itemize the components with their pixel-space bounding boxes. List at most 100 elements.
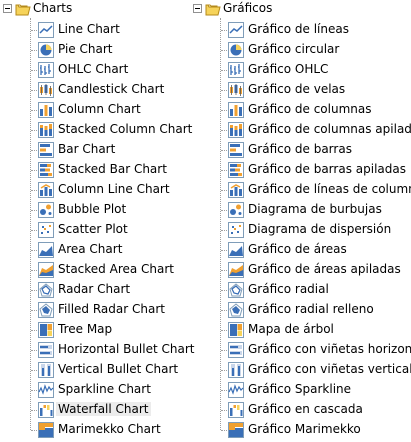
stacked-column-chart-icon [38, 122, 54, 138]
tree-item[interactable]: Gráfico de líneas de columnas [190, 180, 411, 200]
pie-chart-icon [38, 42, 54, 58]
tree-item-label: Gráfico de áreas apiladas [248, 262, 401, 276]
tree-item-label: Tree Map [58, 322, 113, 336]
stacked-area-chart-icon [38, 262, 54, 278]
tree-item-label: Horizontal Bullet Chart [58, 342, 195, 356]
tree-item[interactable]: Scatter Plot [0, 220, 200, 240]
vertical-bullet-chart-icon [228, 362, 244, 378]
tree-item[interactable]: Gráfico OHLC [190, 60, 411, 80]
tree-item-label: Gráfico Marimekko [248, 422, 361, 436]
tree-item-label: Stacked Area Chart [58, 262, 175, 276]
tree-item[interactable]: Bubble Plot [0, 200, 200, 220]
tree-item-label: Gráfico radial [248, 282, 329, 296]
tree-item[interactable]: Gráfico de columnas apiladas [190, 120, 411, 140]
marimekko-chart-icon [228, 422, 244, 438]
bar-chart-icon [228, 142, 244, 158]
tree-item[interactable]: OHLC Chart [0, 60, 200, 80]
tree-item[interactable]: Gráfico con viñetas horizontal [190, 340, 411, 360]
tree-item[interactable]: Filled Radar Chart [0, 300, 200, 320]
vertical-bullet-chart-icon [38, 362, 54, 378]
collapse-toggle-icon[interactable] [193, 4, 202, 13]
tree-item-label: Gráfico OHLC [248, 62, 329, 76]
tree-item-label: Column Chart [58, 102, 141, 116]
tree-item-label: Radar Chart [58, 282, 131, 296]
tree-map-icon [228, 322, 244, 338]
column-line-chart-icon [228, 182, 244, 198]
candlestick-chart-icon [38, 82, 54, 98]
tree-item[interactable]: Gráfico de barras apiladas [190, 160, 411, 180]
tree-item-label: Gráfico Sparkline [248, 382, 352, 396]
tree-item[interactable]: Gráfico de columnas [190, 100, 411, 120]
tree-item-label: Stacked Bar Chart [58, 162, 167, 176]
tree-item-label: Bubble Plot [58, 202, 127, 216]
folder-open-icon [205, 2, 221, 16]
tree-item[interactable]: Gráfico circular [190, 40, 411, 60]
tree-item-label: Gráfico de áreas [248, 242, 347, 256]
tree-item[interactable]: Mapa de árbol [190, 320, 411, 340]
tree-item[interactable]: Line Chart [0, 20, 200, 40]
tree-item[interactable]: Sparkline Chart [0, 380, 200, 400]
tree-item[interactable]: Gráfico de áreas apiladas [190, 260, 411, 280]
tree-item-label: Gráfico de líneas [248, 22, 349, 36]
tree-item[interactable]: Radar Chart [0, 280, 200, 300]
tree-item[interactable]: Stacked Area Chart [0, 260, 200, 280]
tree-view-english[interactable]: Charts Line Chart Pie Chart OHLC Chart Cand… [0, 0, 200, 442]
horizontal-bullet-chart-icon [38, 342, 54, 358]
tree-item[interactable]: Area Chart [0, 240, 200, 260]
tree-item[interactable]: Horizontal Bullet Chart [0, 340, 200, 360]
line-chart-icon [228, 22, 244, 38]
tree-item-label: Waterfall Chart [56, 402, 151, 416]
tree-item[interactable]: Gráfico Sparkline [190, 380, 411, 400]
tree-item[interactable]: Gráfico de líneas [190, 20, 411, 40]
tree-item-label: Bar Chart [58, 142, 116, 156]
tree-item[interactable]: Column Line Chart [0, 180, 200, 200]
tree-view-spanish[interactable]: Gráficos Gráfico de líneas Gráfico circul… [190, 0, 411, 442]
tree-item[interactable]: Gráfico de áreas [190, 240, 411, 260]
tree-item[interactable]: Stacked Column Chart [0, 120, 200, 140]
folder-open-icon [15, 2, 31, 16]
collapse-toggle-icon[interactable] [3, 4, 12, 13]
tree-item-label: Filled Radar Chart [58, 302, 165, 316]
filled-radar-chart-icon [228, 302, 244, 318]
tree-item-label: Pie Chart [58, 42, 113, 56]
tree-item[interactable]: Tree Map [0, 320, 200, 340]
tree-item-label: Area Chart [58, 242, 123, 256]
tree-item[interactable]: Bar Chart [0, 140, 200, 160]
tree-item-label: Gráfico radial relleno [248, 302, 374, 316]
filled-radar-chart-icon [38, 302, 54, 318]
tree-root-label: Gráficos [223, 1, 273, 15]
tree-root-label: Charts [33, 1, 73, 15]
tree-item[interactable]: Gráfico radial [190, 280, 411, 300]
radar-chart-icon [38, 282, 54, 298]
tree-item[interactable]: Column Chart [0, 100, 200, 120]
tree-item[interactable]: Pie Chart [0, 40, 200, 60]
tree-item[interactable]: Waterfall Chart [0, 400, 200, 420]
tree-item[interactable]: Gráfico Marimekko [190, 420, 411, 440]
line-chart-icon [38, 22, 54, 38]
tree-item[interactable]: Gráfico con viñetas vertical [190, 360, 411, 380]
stacked-area-chart-icon [228, 262, 244, 278]
tree-item[interactable]: Diagrama de burbujas [190, 200, 411, 220]
tree-item[interactable]: Marimekko Chart [0, 420, 200, 440]
tree-item-label: Gráfico circular [248, 42, 340, 56]
tree-item-label: Gráfico con viñetas vertical [248, 362, 411, 376]
tree-item-label: Gráfico de columnas apiladas [248, 122, 411, 136]
tree-item[interactable]: Gráfico radial relleno [190, 300, 411, 320]
tree-item-label: Sparkline Chart [58, 382, 151, 396]
tree-item[interactable]: Candlestick Chart [0, 80, 200, 100]
tree-map-icon [38, 322, 54, 338]
tree-item[interactable]: Stacked Bar Chart [0, 160, 200, 180]
tree-item[interactable]: Diagrama de dispersión [190, 220, 411, 240]
tree-item-label: Stacked Column Chart [58, 122, 193, 136]
tree-item[interactable]: Vertical Bullet Chart [0, 360, 200, 380]
column-line-chart-icon [38, 182, 54, 198]
tree-item-label: Mapa de árbol [248, 322, 334, 336]
stacked-bar-chart-icon [228, 162, 244, 178]
tree-item-label: Gráfico de velas [248, 82, 346, 96]
tree-item[interactable]: Gráfico de barras [190, 140, 411, 160]
tree-item[interactable]: Gráfico en cascada [190, 400, 411, 420]
stacked-column-chart-icon [228, 122, 244, 138]
tree-item[interactable]: Gráfico de velas [190, 80, 411, 100]
tree-item-label: Marimekko Chart [58, 422, 161, 436]
tree-item-label: Diagrama de burbujas [248, 202, 382, 216]
